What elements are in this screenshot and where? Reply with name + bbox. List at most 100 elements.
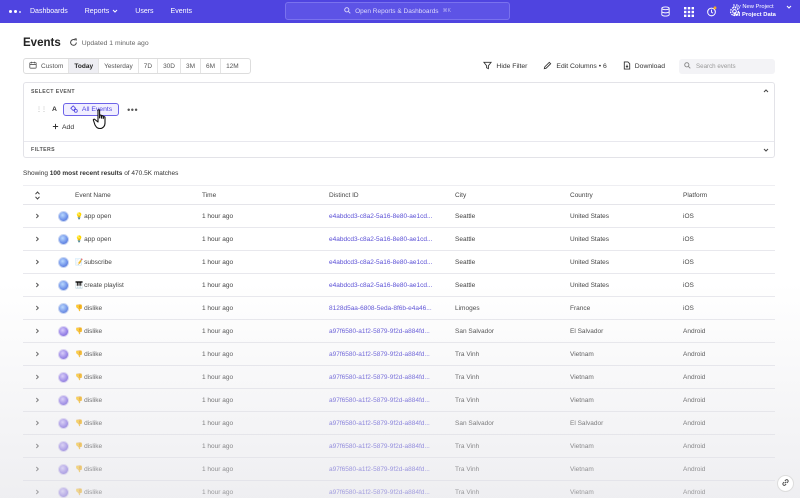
drag-handle-icon[interactable]: ⋮⋮	[36, 106, 47, 113]
date-range-6m[interactable]: 6M	[201, 59, 222, 73]
table-row[interactable]: 👎 dislike 1 hour ago a97f6580-a1f2-5879-9f2…	[23, 412, 775, 435]
distinct-id-link[interactable]: a97f6580-a1f2-5879-9f2d-a884fd...	[329, 489, 455, 496]
distinct-id-link[interactable]: a97f6580-a1f2-5879-9f2d-a884fd...	[329, 466, 455, 473]
table-row[interactable]: 👎 dislike 1 hour ago a97f6580-a1f2-5879-9f2…	[23, 458, 775, 481]
expand-row-chevron-icon[interactable]	[23, 374, 51, 380]
distinct-id-link[interactable]: a97f6580-a1f2-5879-9f2d-a884fd...	[329, 397, 455, 404]
page-title: Events	[23, 37, 61, 49]
expand-row-chevron-icon[interactable]	[23, 420, 51, 426]
more-options-icon[interactable]: •••	[127, 105, 138, 115]
chevron-down-icon[interactable]	[762, 146, 770, 156]
date-range-7d[interactable]: 7D	[139, 59, 159, 73]
notifications-icon[interactable]	[706, 6, 717, 17]
distinct-id-link[interactable]: e4abdcd3-c8a2-5a16-8e80-ae1cd...	[329, 236, 455, 243]
distinct-id-link[interactable]: e4abdcd3-c8a2-5a16-8e80-ae1cd...	[329, 259, 455, 266]
date-range-30d[interactable]: 30D	[158, 59, 181, 73]
date-range-today[interactable]: Today	[69, 59, 100, 73]
global-search[interactable]: Open Reports & Dashboards ⌘K	[285, 2, 510, 20]
table-row[interactable]: 👎 dislike 1 hour ago a97f6580-a1f2-5879-9f2…	[23, 343, 775, 366]
link-button[interactable]	[777, 475, 794, 492]
column-header-distinct-id[interactable]: Distinct ID	[329, 192, 455, 199]
distinct-id-link[interactable]: e4abdcd3-c8a2-5a16-8e80-ae1cd...	[329, 213, 455, 220]
table-row[interactable]: 👎 dislike 1 hour ago a97f6580-a1f2-5879-9f2…	[23, 320, 775, 343]
search-events-input[interactable]: Search events	[679, 58, 775, 74]
column-header-time[interactable]: Time	[202, 192, 329, 199]
table-row[interactable]: 💡 app open 1 hour ago e4abdcd3-c8a2-5a16-8e…	[23, 205, 775, 228]
table-row[interactable]: 👎 dislike 1 hour ago a97f6580-a1f2-5879-9f2…	[23, 389, 775, 412]
event-name-cell: 👎 dislike	[75, 350, 202, 359]
hide-filter-button[interactable]: Hide Filter	[483, 61, 527, 72]
nav-reports[interactable]: Reports	[85, 8, 119, 16]
table-row[interactable]: 🎹 create playlist 1 hour ago e4abdcd3-c8a2-…	[23, 274, 775, 297]
column-header-platform[interactable]: Platform	[683, 192, 775, 199]
results-count: 100 most recent results	[49, 170, 123, 177]
user-avatar-icon[interactable]	[57, 371, 69, 383]
expand-row-chevron-icon[interactable]	[23, 305, 51, 311]
distinct-id-link[interactable]: a97f6580-a1f2-5879-9f2d-a884fd...	[329, 374, 455, 381]
user-avatar-icon[interactable]	[57, 325, 69, 337]
expand-row-chevron-icon[interactable]	[23, 213, 51, 219]
event-name: dislike	[84, 419, 103, 427]
user-avatar-icon[interactable]	[57, 302, 69, 314]
expand-row-chevron-icon[interactable]	[23, 489, 51, 495]
chevron-up-icon[interactable]	[762, 87, 770, 97]
nav-events[interactable]: Events	[171, 8, 192, 16]
user-avatar-icon[interactable]	[57, 394, 69, 406]
date-range-label: 12M	[226, 62, 239, 70]
refresh-icon[interactable]	[69, 37, 78, 49]
table-row[interactable]: 👎 dislike 1 hour ago a97f6580-a1f2-5879-9f2…	[23, 366, 775, 389]
column-header-country[interactable]: Country	[570, 192, 683, 199]
date-range-yesterday[interactable]: Yesterday	[99, 59, 139, 73]
database-icon[interactable]	[660, 6, 671, 17]
apps-grid-icon[interactable]	[683, 6, 694, 17]
user-avatar-icon[interactable]	[57, 440, 69, 452]
project-selector[interactable]: My New Project All Project Data	[733, 3, 776, 19]
column-header-city[interactable]: City	[455, 192, 570, 199]
table-row[interactable]: 👎 dislike 1 hour ago a97f6580-a1f2-5879-9f2…	[23, 481, 775, 498]
distinct-id-link[interactable]: a97f6580-a1f2-5879-9f2d-a884fd...	[329, 328, 455, 335]
user-avatar-icon[interactable]	[57, 348, 69, 360]
user-avatar-icon[interactable]	[57, 486, 69, 498]
project-name: My New Project	[733, 4, 774, 10]
expand-row-chevron-icon[interactable]	[23, 351, 51, 357]
time-cell: 1 hour ago	[202, 304, 234, 312]
expand-row-chevron-icon[interactable]	[23, 466, 51, 472]
edit-columns-button[interactable]: Edit Columns • 6	[543, 61, 607, 72]
sort-toggle-icon[interactable]	[23, 190, 51, 200]
table-row[interactable]: 👎 dislike 1 hour ago a97f6580-a1f2-5879-9f2…	[23, 435, 775, 458]
add-event-button[interactable]: Add	[52, 123, 74, 132]
download-button[interactable]: Download	[623, 60, 665, 72]
expand-row-chevron-icon[interactable]	[23, 443, 51, 449]
table-row[interactable]: 💡 app open 1 hour ago e4abdcd3-c8a2-5a16-8e…	[23, 228, 775, 251]
table-row[interactable]: 👎 dislike 1 hour ago 8128d5aa-6808-5eda-8f6…	[23, 297, 775, 320]
mixpanel-logo-icon[interactable]	[0, 10, 30, 13]
date-range-12m[interactable]: 12M	[221, 59, 244, 73]
nav-users[interactable]: Users	[135, 8, 153, 16]
city-cell: Tra Vinh	[455, 442, 480, 450]
nav-dashboards[interactable]: Dashboards	[30, 8, 68, 16]
user-avatar-icon[interactable]	[57, 256, 69, 268]
chevron-down-icon[interactable]	[786, 4, 792, 12]
nav-label: Reports	[84, 8, 110, 15]
date-range-3m[interactable]: 3M	[181, 59, 202, 73]
user-avatar-icon[interactable]	[57, 210, 69, 222]
distinct-id-link[interactable]: e4abdcd3-c8a2-5a16-8e80-ae1cd...	[329, 282, 455, 289]
column-header-event-name[interactable]: Event Name	[75, 192, 202, 199]
date-range-custom[interactable]: Custom	[24, 59, 70, 73]
expand-row-chevron-icon[interactable]	[23, 282, 51, 288]
expand-row-chevron-icon[interactable]	[23, 236, 51, 242]
user-avatar-icon[interactable]	[57, 463, 69, 475]
expand-row-chevron-icon[interactable]	[23, 259, 51, 265]
user-avatar-icon[interactable]	[57, 233, 69, 245]
distinct-id-link[interactable]: a97f6580-a1f2-5879-9f2d-a884fd...	[329, 351, 455, 358]
table-row[interactable]: 📝 subscribe 1 hour ago e4abdcd3-c8a2-5a16-8…	[23, 251, 775, 274]
user-avatar-icon[interactable]	[57, 279, 69, 291]
distinct-id-link[interactable]: a97f6580-a1f2-5879-9f2d-a884fd...	[329, 420, 455, 427]
distinct-id-link[interactable]: 8128d5aa-6808-5eda-8f6b-e4a46...	[329, 305, 455, 312]
platform-cell: Android	[683, 488, 706, 496]
user-avatar-icon[interactable]	[57, 417, 69, 429]
event-name-cell: 👎 dislike	[75, 465, 202, 474]
expand-row-chevron-icon[interactable]	[23, 397, 51, 403]
expand-row-chevron-icon[interactable]	[23, 328, 51, 334]
distinct-id-link[interactable]: a97f6580-a1f2-5879-9f2d-a884fd...	[329, 443, 455, 450]
